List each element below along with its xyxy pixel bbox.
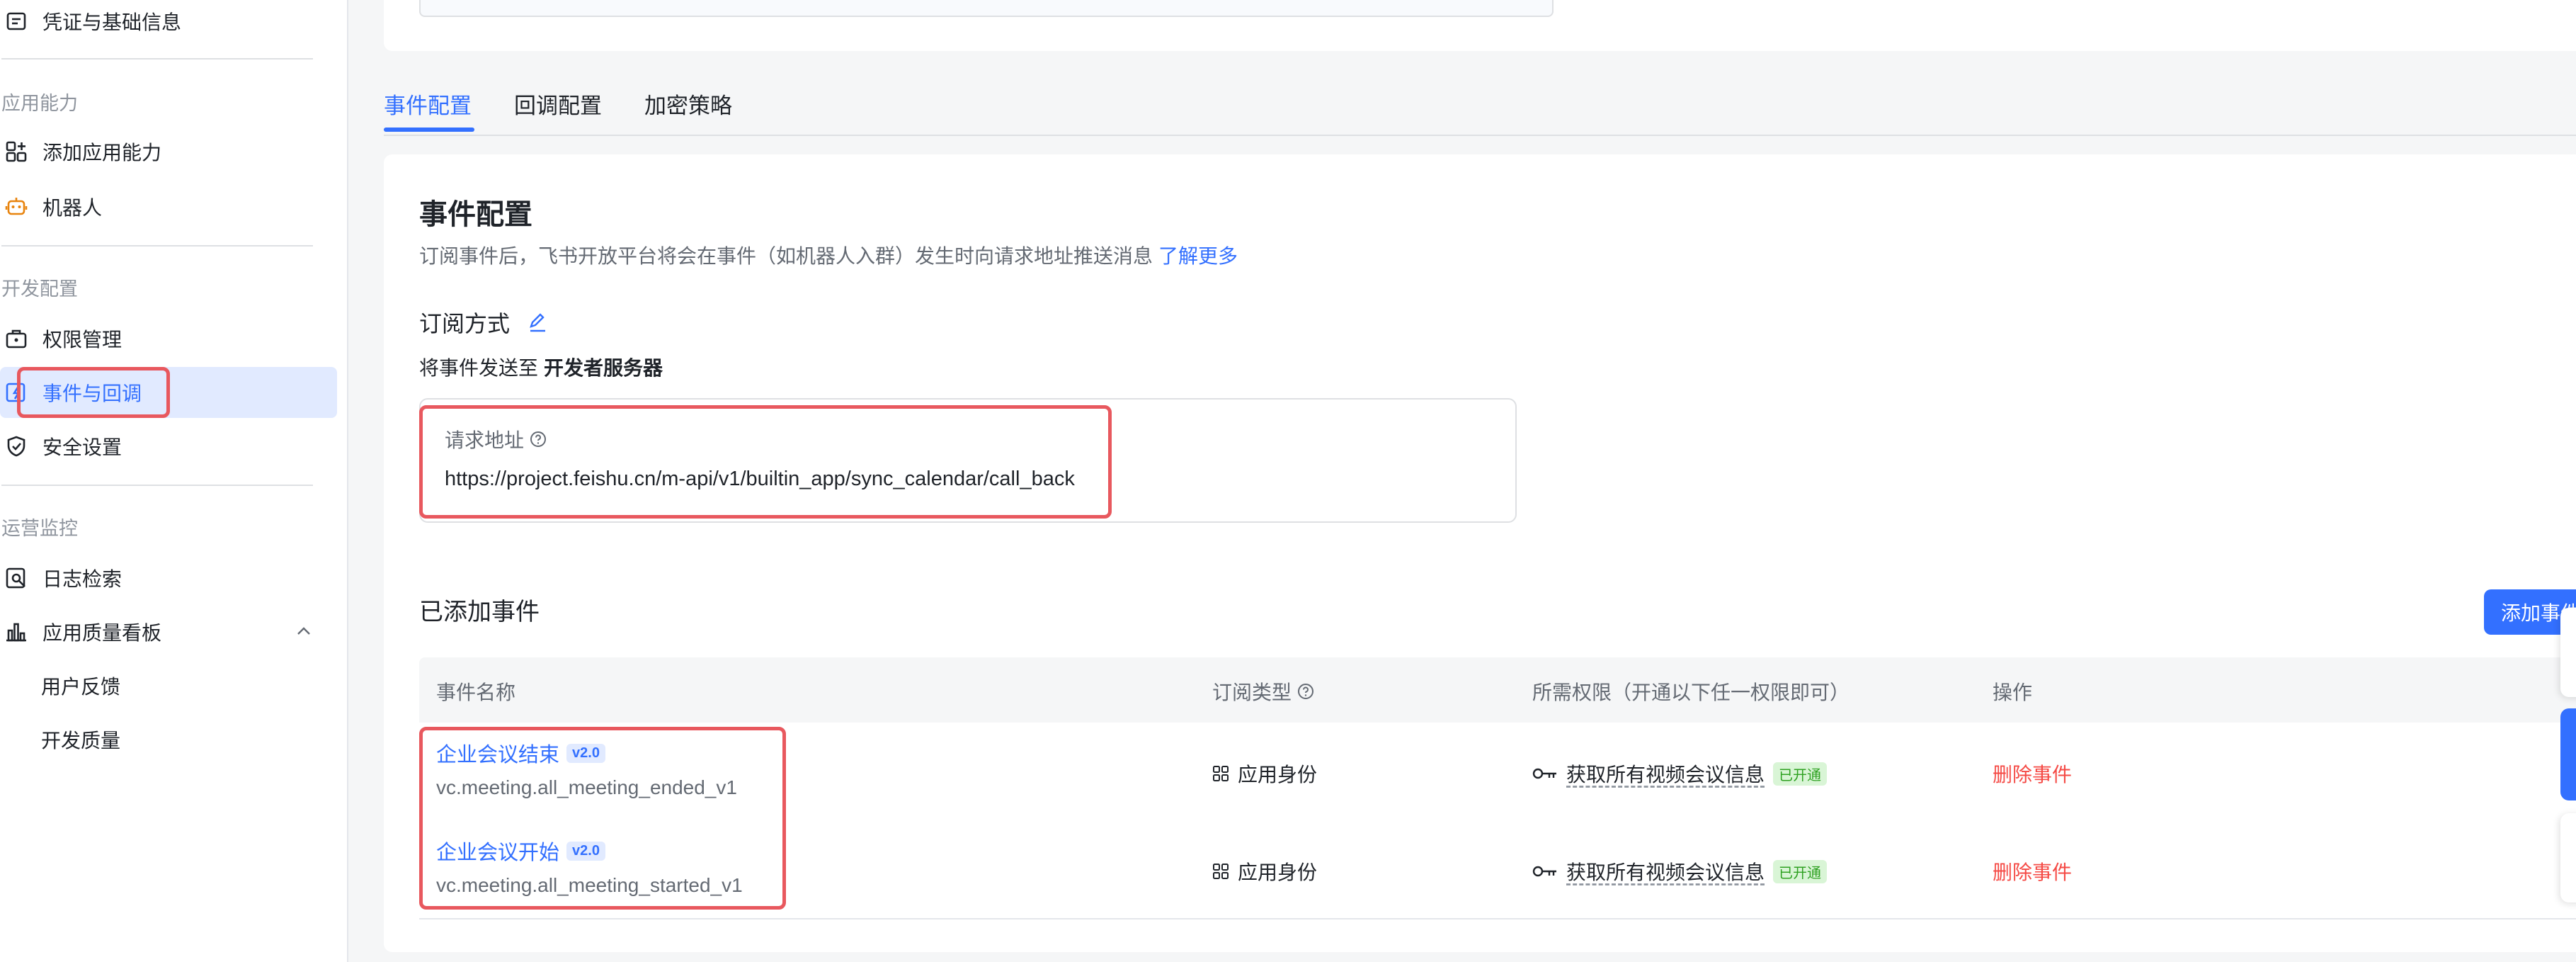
sidebar-item-label: 用户反馈 bbox=[41, 676, 121, 698]
sidebar-item-quality-board[interactable]: 应用质量看板 bbox=[0, 606, 337, 657]
column-permissions: 所需权限（开通以下任一权限即可） bbox=[1532, 681, 1850, 703]
event-config-card: 事件配置 订阅事件后，飞书开放平台将会在事件（如机器人入群）发生时向请求地址推送… bbox=[384, 154, 2576, 952]
column-label: 订阅类型 bbox=[1212, 681, 1292, 703]
highlight-box bbox=[419, 727, 786, 910]
sidebar-item-security[interactable]: 安全设置 bbox=[0, 421, 337, 472]
sidebar-item-label: 添加应用能力 bbox=[42, 142, 162, 164]
sidebar-item-user-feedback[interactable]: 用户反馈 bbox=[0, 660, 337, 711]
status-badge: 已开通 bbox=[1773, 762, 1828, 786]
divider bbox=[1, 245, 313, 247]
robot-icon bbox=[3, 193, 30, 220]
sidebar-item-label: 机器人 bbox=[42, 197, 103, 219]
send-prefix: 将事件发送至 bbox=[419, 357, 539, 379]
sidebar-item-dev-quality[interactable]: 开发质量 bbox=[0, 714, 337, 765]
tab-callback-config[interactable]: 回调配置 bbox=[514, 88, 602, 120]
permission-cell: 获取所有视频会议信息 已开通 bbox=[1532, 759, 1828, 788]
sidebar-item-add-capability[interactable]: 添加应用能力 bbox=[0, 126, 337, 177]
key-icon bbox=[1532, 864, 1558, 878]
key-icon bbox=[1532, 766, 1558, 781]
section-title: 事件配置 bbox=[419, 199, 532, 230]
active-tab-indicator bbox=[384, 128, 474, 132]
group-label-capabilities: 应用能力 bbox=[1, 93, 78, 114]
permission-cell: 获取所有视频会议信息 已开通 bbox=[1532, 857, 1828, 885]
sidebar-item-label: 开发质量 bbox=[41, 730, 121, 752]
previous-card bbox=[384, 0, 2576, 51]
previous-card-field bbox=[419, 0, 1554, 17]
subscription-type: 应用身份 bbox=[1212, 759, 1317, 788]
floating-panel-tab[interactable] bbox=[2560, 813, 2576, 902]
divider bbox=[1, 485, 313, 486]
sidebar-item-label: 应用质量看板 bbox=[42, 622, 162, 644]
bar-chart-icon bbox=[3, 618, 30, 645]
events-table-header: 事件名称 订阅类型 所需权限（开通以下任一权限即可） 操作 bbox=[419, 657, 2576, 723]
column-event-name: 事件名称 bbox=[436, 681, 516, 703]
subscription-type: 应用身份 bbox=[1212, 857, 1317, 885]
sidebar-item-credentials[interactable]: 凭证与基础信息 bbox=[0, 0, 337, 47]
send-target-line: 将事件发送至 开发者服务器 bbox=[419, 353, 663, 381]
highlight-box bbox=[419, 405, 1112, 519]
briefcase-lock-icon bbox=[3, 325, 30, 352]
sidebar-item-label: 凭证与基础信息 bbox=[42, 11, 182, 33]
edit-icon[interactable] bbox=[527, 312, 548, 333]
shield-check-icon bbox=[3, 433, 30, 460]
sidebar: 凭证与基础信息 应用能力 添加应用能力 机器人 开发配置 权限管理 事件与回调 … bbox=[0, 0, 348, 962]
group-label-dev-config: 开发配置 bbox=[1, 278, 78, 300]
sidebar-item-label: 安全设置 bbox=[42, 436, 122, 458]
floating-panel-tab[interactable] bbox=[2560, 608, 2576, 697]
column-actions: 操作 bbox=[1993, 681, 2033, 703]
status-badge: 已开通 bbox=[1773, 859, 1828, 883]
send-target: 开发者服务器 bbox=[544, 357, 663, 379]
permission-name[interactable]: 获取所有视频会议信息 bbox=[1566, 759, 1765, 788]
section-description: 订阅事件后，飞书开放平台将会在事件（如机器人入群）发生时向请求地址推送消息 了解更… bbox=[419, 241, 1238, 269]
type-label: 应用身份 bbox=[1238, 764, 1318, 786]
floating-help-tab[interactable] bbox=[2560, 708, 2576, 800]
sidebar-item-label: 日志检索 bbox=[42, 568, 122, 590]
delete-event-button[interactable]: 删除事件 bbox=[1993, 759, 2072, 788]
divider bbox=[1, 58, 313, 60]
column-subscription-type: 订阅类型 bbox=[1212, 677, 1314, 706]
tab-bar: 事件配置 回调配置 加密策略 bbox=[384, 84, 2576, 136]
app-grid-icon bbox=[1212, 765, 1229, 782]
subscription-title: 订阅方式 bbox=[419, 311, 511, 336]
tab-encryption[interactable]: 加密策略 bbox=[644, 88, 732, 120]
chevron-up-icon[interactable] bbox=[295, 622, 313, 645]
highlight-box bbox=[17, 367, 170, 418]
learn-more-link[interactable]: 了解更多 bbox=[1158, 245, 1238, 267]
app-grid-icon bbox=[1212, 863, 1229, 880]
help-circle-icon[interactable] bbox=[1297, 683, 1314, 700]
sidebar-item-bot[interactable]: 机器人 bbox=[0, 181, 337, 232]
type-label: 应用身份 bbox=[1238, 861, 1318, 883]
added-events-title: 已添加事件 bbox=[419, 599, 540, 626]
apps-add-icon bbox=[3, 138, 30, 165]
subscription-heading: 订阅方式 bbox=[419, 306, 548, 339]
sidebar-item-label: 权限管理 bbox=[42, 329, 122, 351]
sidebar-item-log-search[interactable]: 日志检索 bbox=[0, 553, 337, 604]
delete-event-button[interactable]: 删除事件 bbox=[1993, 857, 2072, 885]
description-text: 订阅事件后，飞书开放平台将会在事件（如机器人入群）发生时向请求地址推送消息 bbox=[419, 245, 1153, 267]
log-search-icon bbox=[3, 565, 30, 592]
permission-name[interactable]: 获取所有视频会议信息 bbox=[1566, 857, 1765, 885]
sidebar-item-permissions[interactable]: 权限管理 bbox=[0, 313, 337, 364]
tab-event-config[interactable]: 事件配置 bbox=[384, 88, 472, 120]
group-label-ops: 运营监控 bbox=[1, 518, 78, 539]
card-icon bbox=[3, 8, 30, 35]
